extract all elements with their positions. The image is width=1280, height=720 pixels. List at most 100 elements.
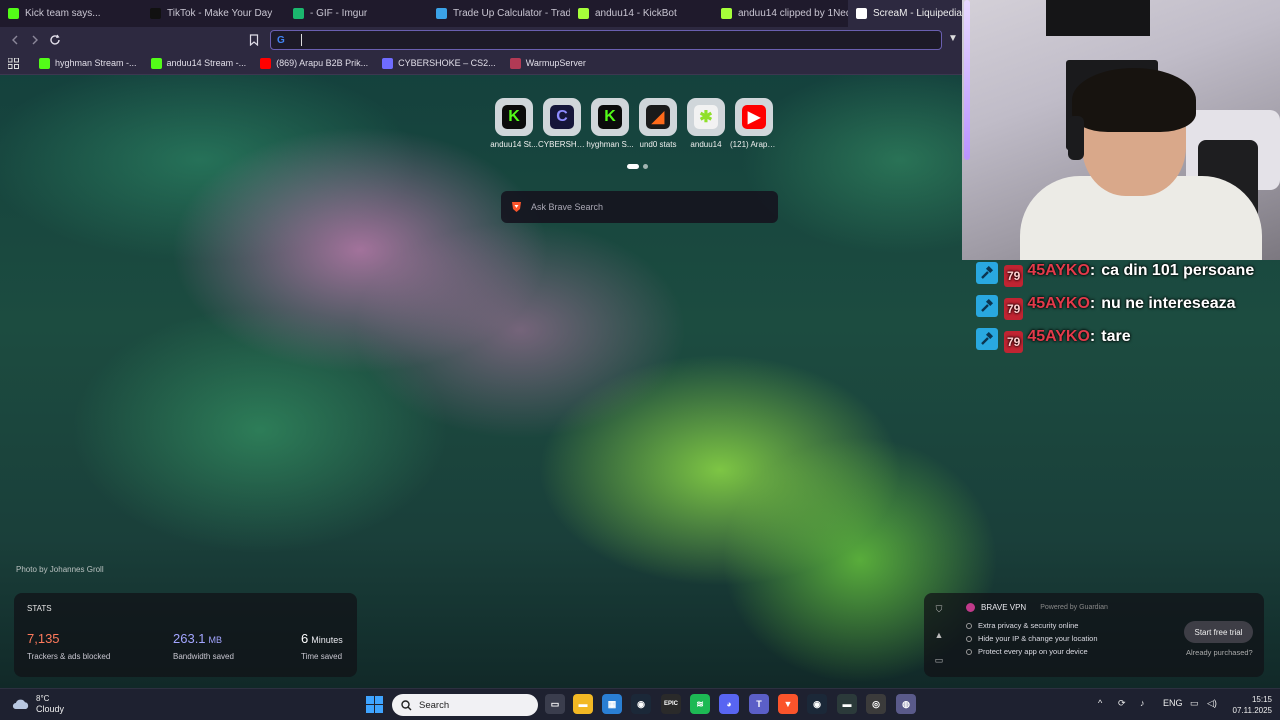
top-site-tile[interactable]: ✱ bbox=[687, 98, 725, 136]
reload-button[interactable] bbox=[45, 30, 65, 50]
taskbar-search[interactable]: Search bbox=[392, 694, 538, 716]
back-button[interactable] bbox=[5, 30, 25, 50]
forward-button[interactable] bbox=[25, 30, 45, 50]
clock-date: 07.11.2025 bbox=[1232, 706, 1272, 715]
start-trial-button[interactable]: Start free trial bbox=[1184, 621, 1253, 643]
browser-tab[interactable]: - GIF - Imgur bbox=[285, 0, 428, 27]
pager-dot[interactable] bbox=[643, 164, 648, 169]
chat-username[interactable]: 45AYKO bbox=[1027, 262, 1090, 279]
brave-icon[interactable]: ▼ bbox=[778, 694, 798, 714]
voice-app-icon[interactable]: ◍ bbox=[896, 694, 916, 714]
weather-widget[interactable]: 8°C Cloudy bbox=[12, 693, 64, 715]
browser-tab[interactable]: Trade Up Calculator - TradeUp bbox=[428, 0, 570, 27]
top-site[interactable]: C CYBERSHO... bbox=[538, 98, 586, 149]
file-explorer-icon[interactable]: ▬ bbox=[573, 694, 593, 714]
top-site-tile[interactable]: ◢ bbox=[639, 98, 677, 136]
tab-label: TikTok - Make Your Day bbox=[167, 8, 273, 19]
steam-icon-2[interactable]: ◉ bbox=[807, 694, 827, 714]
brave-search-box[interactable]: Ask Brave Search bbox=[501, 191, 778, 223]
tab-label: ScreaM - Liquipedia Cou bbox=[873, 8, 962, 19]
stat-unit: MB bbox=[208, 635, 223, 645]
stats-icon: ◢ bbox=[646, 105, 670, 129]
vpn-feature-text: Extra privacy & security online bbox=[978, 621, 1079, 630]
bookmark-label: hyghman Stream -... bbox=[55, 58, 137, 68]
obs-icon[interactable]: ◎ bbox=[866, 694, 886, 714]
volume-icon[interactable]: ◁) bbox=[1207, 698, 1217, 709]
browser-tab[interactable]: TikTok - Make Your Day bbox=[142, 0, 285, 27]
bookmark-list: hyghman Stream -... anduu14 Stream -... (8… bbox=[39, 57, 586, 69]
chat-username[interactable]: 45AYKO bbox=[1027, 328, 1090, 345]
top-site-tile[interactable]: K bbox=[495, 98, 533, 136]
top-site-label: anduu14 bbox=[690, 140, 722, 149]
teams-icon[interactable]: T bbox=[749, 694, 769, 714]
clock-time: 15:15 bbox=[1251, 695, 1272, 704]
card-icon[interactable]: ▭ bbox=[935, 655, 944, 666]
top-sites-pager[interactable] bbox=[627, 164, 648, 169]
liquipedia-icon bbox=[856, 8, 867, 19]
bookmark-item[interactable]: WarmupServer bbox=[509, 57, 586, 69]
forward-arrow-icon bbox=[32, 35, 38, 44]
steam-icon[interactable]: ◉ bbox=[631, 694, 651, 714]
chat-separator: : bbox=[1089, 262, 1096, 279]
windows-start-button[interactable] bbox=[366, 696, 383, 713]
kick-icon: K bbox=[598, 105, 622, 129]
browser-toolbar: G ▼ bbox=[0, 27, 962, 52]
spotify-icon[interactable]: ≋ bbox=[690, 694, 710, 714]
vpn-feature: Extra privacy & security online bbox=[966, 621, 1078, 630]
brave-shields-icon[interactable]: ▼ bbox=[948, 33, 958, 44]
vpn-logo-icon bbox=[966, 603, 975, 612]
top-site[interactable]: Khyghman S... bbox=[586, 98, 634, 149]
tab-label: Trade Up Calculator - TradeUp bbox=[453, 8, 570, 19]
chat-text: ca din 101 persoane bbox=[1101, 262, 1255, 279]
chat-separator: : bbox=[1089, 328, 1096, 345]
discord-icon[interactable]: ◕ bbox=[719, 694, 739, 714]
microsoft-store-icon[interactable]: ▦ bbox=[602, 694, 622, 714]
microphone-icon[interactable]: ♪ bbox=[1140, 698, 1145, 708]
chat-text: tare bbox=[1101, 328, 1131, 345]
shield-icon[interactable]: ⛉ bbox=[936, 604, 943, 615]
chat-username[interactable]: 45AYKO bbox=[1027, 295, 1090, 312]
cloud-icon bbox=[12, 699, 29, 710]
system-clock[interactable]: 15:15 07.11.2025 bbox=[1228, 694, 1272, 716]
top-site-tile[interactable]: ▶ bbox=[735, 98, 773, 136]
network-icon[interactable]: ▭ bbox=[1190, 698, 1199, 709]
kick-icon bbox=[8, 8, 19, 19]
browser-tab[interactable]: ScreaM - Liquipedia Cou bbox=[848, 0, 962, 27]
task-view-icon[interactable]: ▭ bbox=[545, 694, 565, 714]
chevron-up-icon[interactable]: ^ bbox=[1098, 698, 1102, 708]
top-site-tile[interactable]: C bbox=[543, 98, 581, 136]
top-site[interactable]: ◢ und0 stats bbox=[639, 98, 677, 149]
top-site[interactable]: ✱ anduu14 bbox=[687, 98, 725, 149]
epic-games-icon[interactable]: EPIC bbox=[661, 694, 681, 714]
youtube-icon bbox=[260, 57, 272, 69]
browser-tab[interactable]: anduu14 clipped by 1Nede bbox=[713, 0, 848, 27]
browser-tab[interactable]: Kick team says... bbox=[0, 0, 142, 27]
language-indicator[interactable]: ENG bbox=[1163, 698, 1183, 708]
chat-separator: : bbox=[1089, 295, 1096, 312]
vpn-feature-text: Hide your IP & change your location bbox=[978, 634, 1098, 643]
photo-credit[interactable]: Photo by Johannes Groll bbox=[16, 565, 104, 574]
bookmark-item[interactable]: hyghman Stream -... bbox=[39, 57, 137, 69]
top-site[interactable]: ▶ (121) Arapu... bbox=[730, 98, 778, 149]
level-badge: 79 bbox=[1004, 265, 1024, 287]
bookmark-button[interactable] bbox=[244, 30, 264, 50]
top-site-tile[interactable]: K bbox=[591, 98, 629, 136]
top-site[interactable]: Kanduu14 St... bbox=[490, 98, 538, 149]
bookmark-item[interactable]: anduu14 Stream -... bbox=[150, 57, 246, 69]
address-bar[interactable]: G bbox=[270, 30, 942, 50]
vpn-widget: ⛉ ▲ ▭ BRAVE VPN Powered by Guardian Extr… bbox=[924, 593, 1264, 677]
chat-message: 79 45AYKO: tare bbox=[976, 324, 1276, 353]
triangle-icon[interactable]: ▲ bbox=[935, 630, 944, 640]
weather-condition: Cloudy bbox=[36, 704, 65, 714]
browser-tab[interactable]: anduu14 - KickBot bbox=[570, 0, 713, 27]
stat-desc: Trackers & ads blocked bbox=[27, 652, 111, 661]
windows-logo-icon bbox=[366, 696, 374, 704]
already-purchased-link[interactable]: Already purchased? bbox=[1186, 648, 1253, 657]
app-icon[interactable]: ▬ bbox=[837, 694, 857, 714]
apps-grid-icon[interactable] bbox=[8, 57, 19, 69]
bookmark-item[interactable]: CYBERSHOKE – CS2... bbox=[382, 57, 496, 69]
sync-icon[interactable]: ⟳ bbox=[1118, 698, 1126, 709]
pager-dot-active[interactable] bbox=[627, 164, 639, 169]
bookmark-item[interactable]: (869) Arapu B2B Prik... bbox=[260, 57, 368, 69]
vpn-powered-by: Powered by Guardian bbox=[1040, 604, 1108, 611]
